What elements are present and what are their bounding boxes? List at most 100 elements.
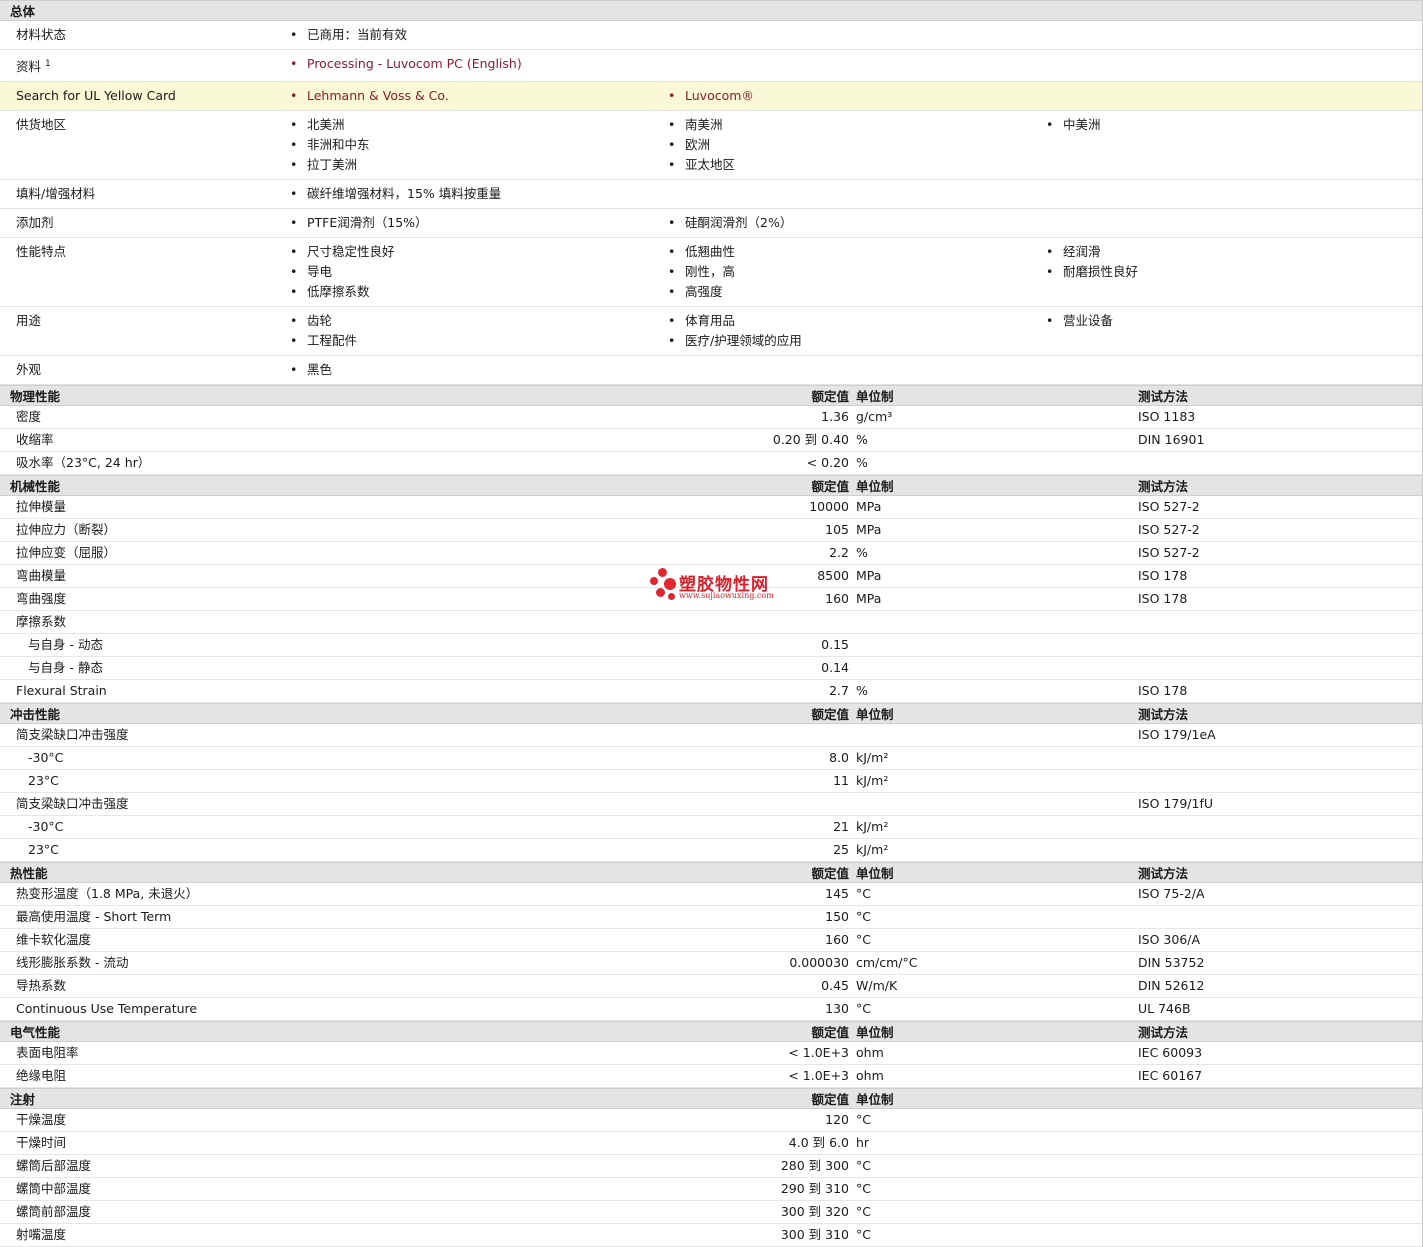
property-row: 维卡软化温度 160 °C ISO 306/A bbox=[0, 929, 1422, 953]
property-row: 螺筒后部温度 280 到 300 °C bbox=[0, 1155, 1422, 1179]
datasheet: 总体 材料状态已商用：当前有效资料 1Processing - Luvocom … bbox=[0, 0, 1423, 1247]
test-method-header: 测试方法 bbox=[1138, 389, 1189, 405]
property-row: 密度 1.36 g/cm³ ISO 1183 bbox=[0, 406, 1422, 430]
property-row: 与自身 - 静态 0.14 bbox=[0, 657, 1422, 681]
value-item: 经润滑 bbox=[1046, 242, 1423, 262]
property-label: Continuous Use Temperature bbox=[16, 1001, 198, 1017]
property-label: 导热系数 bbox=[16, 978, 67, 994]
property-label: 密度 bbox=[16, 409, 42, 425]
property-value: 4.0 到 6.0 bbox=[788, 1135, 849, 1151]
property-value: 0.14 bbox=[821, 660, 849, 676]
property-value: 150 bbox=[825, 909, 849, 925]
property-test-method: ISO 179/1fU bbox=[1138, 796, 1214, 812]
property-unit: MPa bbox=[856, 591, 882, 607]
property-value: 21 bbox=[833, 819, 849, 835]
property-test-method: ISO 75-2/A bbox=[1138, 886, 1205, 902]
property-label: 线形膨胀系数 - 流动 bbox=[16, 955, 129, 971]
unit-header: 单位制 bbox=[856, 707, 894, 723]
value-item: 耐磨损性良好 bbox=[1046, 262, 1423, 282]
property-unit: ohm bbox=[856, 1068, 884, 1084]
property-row: 简支梁缺口冲击强度 ISO 179/1eA bbox=[0, 724, 1422, 748]
property-label: 表面电阻率 bbox=[16, 1045, 79, 1061]
property-row: 摩擦系数 bbox=[0, 611, 1422, 635]
property-value: 0.20 到 0.40 bbox=[772, 432, 849, 448]
property-unit: °C bbox=[856, 1227, 871, 1243]
property-sections: 物理性能 额定值 单位制 测试方法 密度 1.36 g/cm³ ISO 1183 收缩率 0.20… bbox=[0, 385, 1422, 1247]
property-label: Flexural Strain bbox=[16, 683, 107, 699]
value-item: 碳纤维增强材料，15% 填料按重量 bbox=[290, 184, 668, 204]
property-row: 23°C 25 kJ/m² bbox=[0, 839, 1422, 863]
value-item: PTFE润滑剂（15%） bbox=[290, 213, 668, 233]
property-test-method: DIN 16901 bbox=[1138, 432, 1205, 448]
value-column: PTFE润滑剂（15%） bbox=[290, 213, 668, 233]
property-row: 简支梁缺口冲击强度 ISO 179/1fU bbox=[0, 793, 1422, 817]
general-row-label-cell: 资料 1 bbox=[0, 54, 290, 77]
property-value: 130 bbox=[825, 1001, 849, 1017]
value-item: 黑色 bbox=[290, 360, 668, 380]
section-title: 电气性能 bbox=[10, 1025, 61, 1041]
general-row: 性能特点 尺寸稳定性良好导电低摩擦系数低翘曲性刚性，高高强度经润滑耐磨损性良好 bbox=[0, 238, 1423, 308]
property-label: 维卡软化温度 bbox=[16, 932, 92, 948]
section-header: 注射 额定值 单位制 bbox=[0, 1088, 1422, 1110]
property-value: 105 bbox=[825, 522, 849, 538]
property-test-method: ISO 179/1eA bbox=[1138, 727, 1216, 743]
property-unit: % bbox=[856, 455, 868, 471]
property-unit: MPa bbox=[856, 522, 882, 538]
nominal-header: 额定值 bbox=[811, 866, 849, 882]
general-row-label: 供货地区 bbox=[16, 117, 67, 133]
test-method-header: 测试方法 bbox=[1138, 479, 1189, 495]
value-link[interactable]: Luvocom® bbox=[668, 86, 1046, 106]
section-header: 机械性能 额定值 单位制 测试方法 bbox=[0, 475, 1422, 497]
property-row: -30°C 8.0 kJ/m² bbox=[0, 747, 1422, 771]
value-column: 中美洲 bbox=[1046, 115, 1423, 175]
property-row: 表面电阻率 < 1.0E+3 ohm IEC 60093 bbox=[0, 1042, 1422, 1066]
section-title: 热性能 bbox=[10, 866, 48, 882]
general-row-label[interactable]: Search for UL Yellow Card bbox=[0, 86, 290, 106]
unit-header: 单位制 bbox=[856, 866, 894, 882]
property-test-method: ISO 527-2 bbox=[1138, 522, 1200, 538]
value-item: 中美洲 bbox=[1046, 115, 1423, 135]
property-label: 简支梁缺口冲击强度 bbox=[16, 727, 129, 743]
property-test-method: ISO 527-2 bbox=[1138, 545, 1200, 561]
property-unit: kJ/m² bbox=[856, 842, 889, 858]
property-value: < 0.20 bbox=[806, 455, 849, 471]
general-row-values: Processing - Luvocom PC (English) bbox=[290, 54, 1422, 77]
value-column: 尺寸稳定性良好导电低摩擦系数 bbox=[290, 242, 668, 302]
value-link[interactable]: Processing - Luvocom PC (English) bbox=[290, 54, 668, 74]
property-label: 与自身 - 静态 bbox=[28, 660, 103, 676]
value-column: 北美洲非洲和中东拉丁美洲 bbox=[290, 115, 668, 175]
property-value: 10000 bbox=[809, 499, 849, 515]
property-unit: °C bbox=[856, 886, 871, 902]
property-row: 拉伸应力（断裂） 105 MPa ISO 527-2 bbox=[0, 519, 1422, 543]
property-row: 最高使用温度 - Short Term 150 °C bbox=[0, 906, 1422, 930]
footnote-ref[interactable]: 1 bbox=[45, 59, 51, 69]
general-row-values: Lehmann & Voss & Co.Luvocom® bbox=[290, 86, 1422, 106]
nominal-header: 额定值 bbox=[811, 389, 849, 405]
property-label: 螺筒后部温度 bbox=[16, 1158, 92, 1174]
nominal-header: 额定值 bbox=[811, 1025, 849, 1041]
general-row: 材料状态 已商用：当前有效 bbox=[0, 21, 1422, 50]
test-method-header: 测试方法 bbox=[1138, 866, 1189, 882]
property-unit: °C bbox=[856, 1158, 871, 1174]
value-column: 已商用：当前有效 bbox=[290, 25, 668, 45]
property-value: 2.2 bbox=[829, 545, 849, 561]
value-link[interactable]: Lehmann & Voss & Co. bbox=[290, 86, 668, 106]
property-label: 拉伸应变（屈服） bbox=[16, 545, 117, 561]
property-value: 0.45 bbox=[821, 978, 849, 994]
value-item: 硅酮润滑剂（2%） bbox=[668, 213, 1046, 233]
value-item: 刚性，高 bbox=[668, 262, 1046, 282]
value-item: 亚太地区 bbox=[668, 155, 1046, 175]
value-column: 黑色 bbox=[290, 360, 668, 380]
property-label: 收缩率 bbox=[16, 432, 54, 448]
property-label: 摩擦系数 bbox=[16, 614, 67, 630]
general-row-label: 填料/增强材料 bbox=[16, 186, 96, 202]
property-row: 拉伸应变（屈服） 2.2% ISO 527-2 bbox=[0, 542, 1422, 566]
general-row: 外观 黑色 bbox=[0, 356, 1422, 386]
unit-header: 单位制 bbox=[856, 389, 894, 405]
property-test-method: DIN 52612 bbox=[1138, 978, 1205, 994]
general-row: Search for UL Yellow CardLehmann & Voss … bbox=[0, 82, 1422, 112]
value-column: Luvocom® bbox=[668, 86, 1046, 106]
property-unit: % bbox=[856, 683, 868, 699]
property-value: 120 bbox=[825, 1112, 849, 1128]
value-item: 工程配件 bbox=[290, 331, 668, 351]
